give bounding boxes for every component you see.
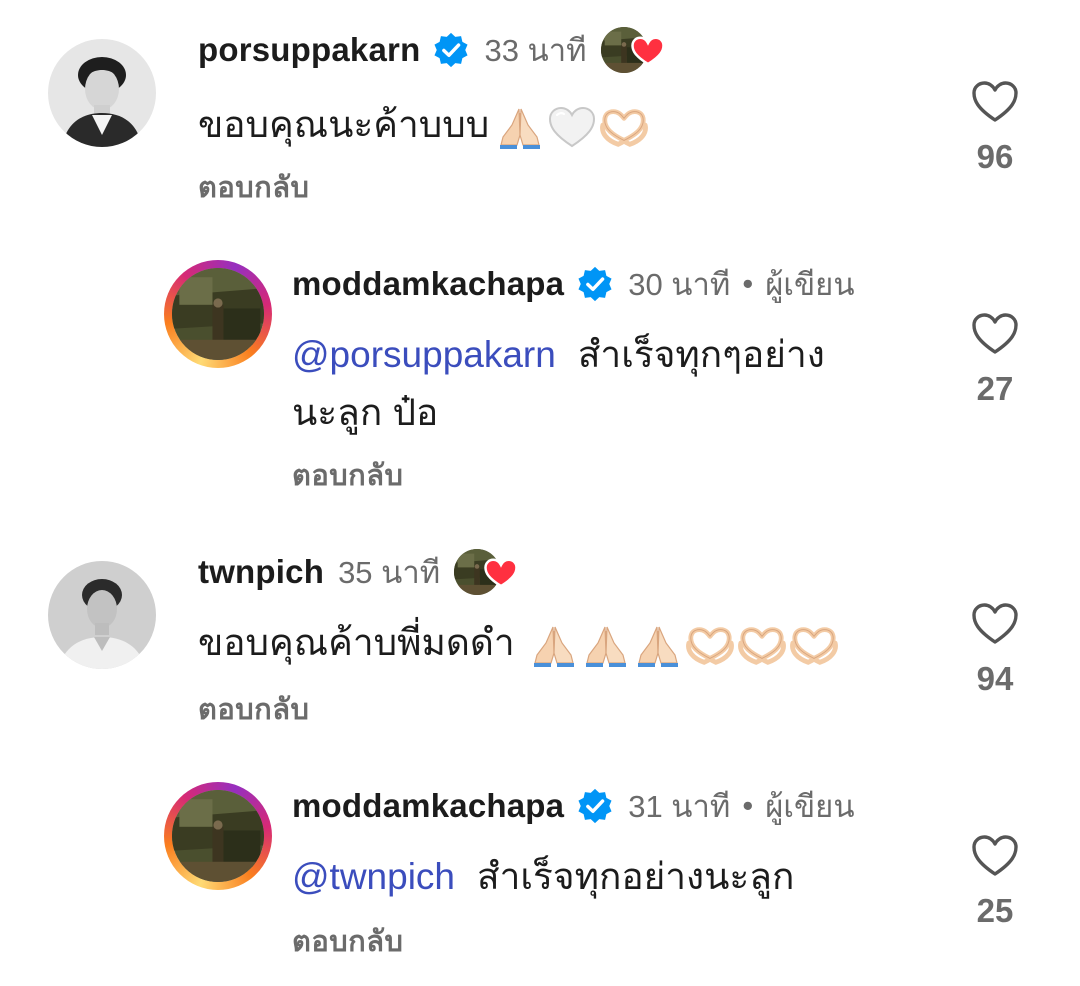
username[interactable]: moddamkachapa <box>292 265 564 303</box>
comment-header: moddamkachapa 30 นาที • ผู้เขียน <box>292 264 855 304</box>
like-control: 25 <box>960 834 1030 930</box>
mention-link[interactable]: @twnpich <box>292 856 455 897</box>
white-heart-icon <box>547 105 597 149</box>
avatar[interactable] <box>48 39 156 147</box>
separator: • <box>742 266 754 301</box>
heart-outline-icon[interactable] <box>971 602 1019 646</box>
heart-outline-icon[interactable] <box>971 834 1019 878</box>
mention-link[interactable]: @porsuppakarn <box>292 334 556 375</box>
author-label: ผู้เขียน <box>765 789 855 824</box>
emoji-group <box>495 105 651 149</box>
comment-body: ขอบคุณนะค้าบบบ <box>198 104 490 145</box>
folded-hands-icon <box>529 623 579 667</box>
reply-button[interactable]: ตอบกลับ <box>292 452 403 498</box>
username[interactable]: twnpich <box>198 553 324 591</box>
like-count: 25 <box>976 892 1014 929</box>
avatar[interactable] <box>164 782 272 890</box>
username[interactable]: porsuppakarn <box>198 31 420 69</box>
reply-button[interactable]: ตอบกลับ <box>198 686 309 732</box>
comment-text: @twnpich สำเร็จทุกอย่างนะลูก <box>292 848 932 906</box>
reply-button[interactable]: ตอบกลับ <box>198 164 309 210</box>
heart-outline-icon[interactable] <box>971 312 1019 356</box>
liked-by-author-indicator <box>601 26 651 74</box>
like-control: 96 <box>960 80 1030 176</box>
like-count: 96 <box>976 138 1014 175</box>
heart-hands-icon <box>685 623 735 667</box>
comment-body-line2: นะลูก ป๋อ <box>292 392 439 433</box>
reply-button[interactable]: ตอบกลับ <box>292 918 403 964</box>
timestamp: 30 นาที <box>628 267 731 302</box>
verified-badge-icon <box>576 787 614 825</box>
timestamp: 35 นาที <box>338 555 441 590</box>
red-heart-icon <box>484 558 518 588</box>
avatar[interactable] <box>48 561 156 669</box>
folded-hands-icon <box>581 623 631 667</box>
comment-text: @porsuppakarn สำเร็จทุกๆอย่าง นะลูก ป๋อ <box>292 326 932 442</box>
like-control: 94 <box>960 602 1030 698</box>
comment-text: ขอบคุณนะค้าบบบ <box>198 96 651 154</box>
heart-hands-icon <box>599 105 649 149</box>
liked-by-author-indicator <box>454 548 504 596</box>
comment-body: สำเร็จทุกอย่างนะลูก <box>477 856 795 897</box>
timestamp: 31 นาที <box>628 789 731 824</box>
emoji-group <box>529 623 841 667</box>
heart-hands-icon <box>737 623 787 667</box>
folded-hands-icon <box>495 105 545 149</box>
folded-hands-icon <box>633 623 683 667</box>
like-count: 27 <box>976 370 1014 407</box>
avatar[interactable] <box>164 260 272 368</box>
verified-badge-icon <box>576 265 614 303</box>
heart-outline-icon[interactable] <box>971 80 1019 124</box>
comment-header: twnpich 35 นาที <box>198 552 504 592</box>
comment-header: porsuppakarn 33 นาที <box>198 30 651 70</box>
comment-text: ขอบคุณค้าบพี่มดดำ <box>198 614 841 672</box>
comment-header: moddamkachapa 31 นาที • ผู้เขียน <box>292 786 855 826</box>
separator: • <box>742 788 754 823</box>
like-count: 94 <box>976 660 1014 697</box>
comment-body: ขอบคุณค้าบพี่มดดำ <box>198 622 515 663</box>
like-control: 27 <box>960 312 1030 408</box>
username[interactable]: moddamkachapa <box>292 787 564 825</box>
author-label: ผู้เขียน <box>765 267 855 302</box>
heart-hands-icon <box>789 623 839 667</box>
timestamp: 33 นาที <box>484 33 587 68</box>
comment-body-line1: สำเร็จทุกๆอย่าง <box>577 334 825 375</box>
red-heart-icon <box>631 36 665 66</box>
verified-badge-icon <box>432 31 470 69</box>
